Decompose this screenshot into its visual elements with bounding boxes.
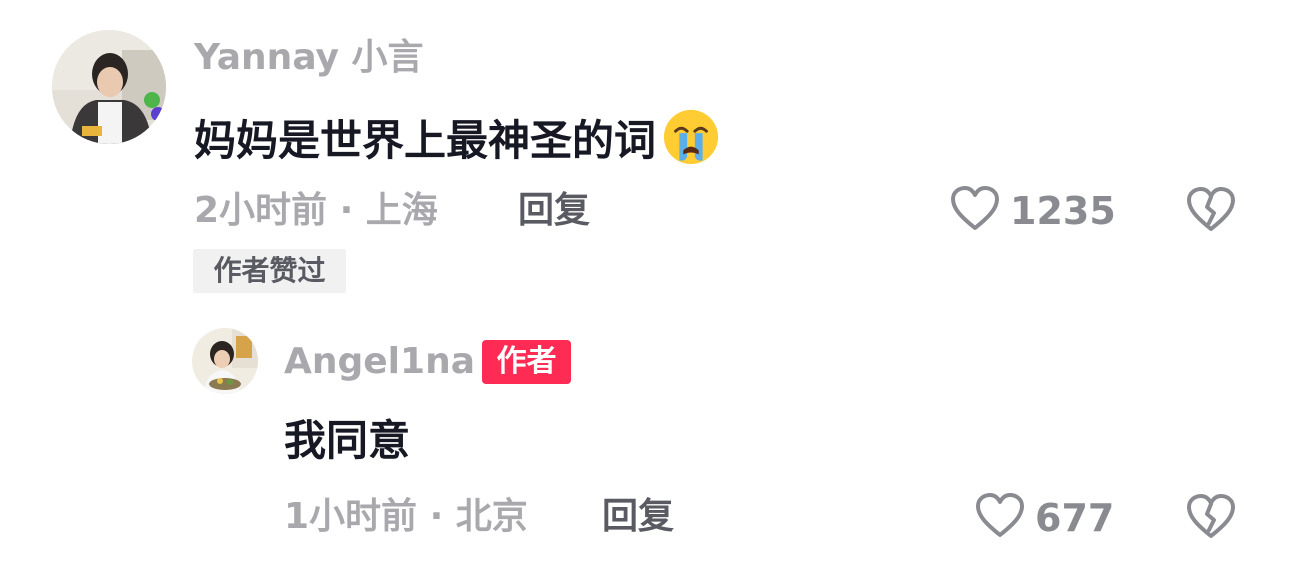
reply-like-button[interactable]: 677	[975, 493, 1114, 543]
reply-text: 我同意	[284, 420, 410, 462]
comment-dislike-button[interactable]	[1186, 187, 1236, 237]
broken-heart-icon	[1186, 494, 1236, 544]
heart-outline-icon	[975, 493, 1025, 543]
commenter-username[interactable]: Yannay 小言	[194, 40, 424, 76]
comment-reply-button[interactable]: 回复	[518, 193, 590, 229]
loudly-crying-face-emoji-icon	[662, 108, 720, 173]
comment-text-content: 妈妈是世界上最神圣的词	[194, 115, 657, 165]
heart-outline-icon	[950, 186, 1000, 236]
reply-like-count: 677	[1035, 496, 1115, 540]
author-liked-badge: 作者赞过	[193, 249, 346, 293]
reply-text-content: 我同意	[284, 416, 411, 465]
replier-avatar[interactable]	[192, 328, 258, 394]
reply-reply-button[interactable]: 回复	[602, 499, 674, 535]
replier-username[interactable]: Angel1na	[284, 344, 475, 380]
commenter-avatar[interactable]	[52, 30, 166, 144]
comment-like-count: 1235	[1010, 189, 1116, 233]
comment-time-location: 2小时前 · 上海	[194, 190, 438, 231]
author-badge: 作者	[482, 340, 571, 384]
reply-dislike-button[interactable]	[1186, 494, 1236, 544]
comment-like-button[interactable]: 1235	[950, 186, 1116, 236]
comment-text: 妈妈是世界上最神圣的词	[194, 108, 720, 173]
broken-heart-icon	[1186, 187, 1236, 237]
comment-thread: Yannay 小言 妈妈是世界上最神圣的词 2小时前 · 上海 回复 1235	[0, 0, 1290, 564]
reply-time-location: 1小时前 · 北京	[284, 496, 528, 537]
